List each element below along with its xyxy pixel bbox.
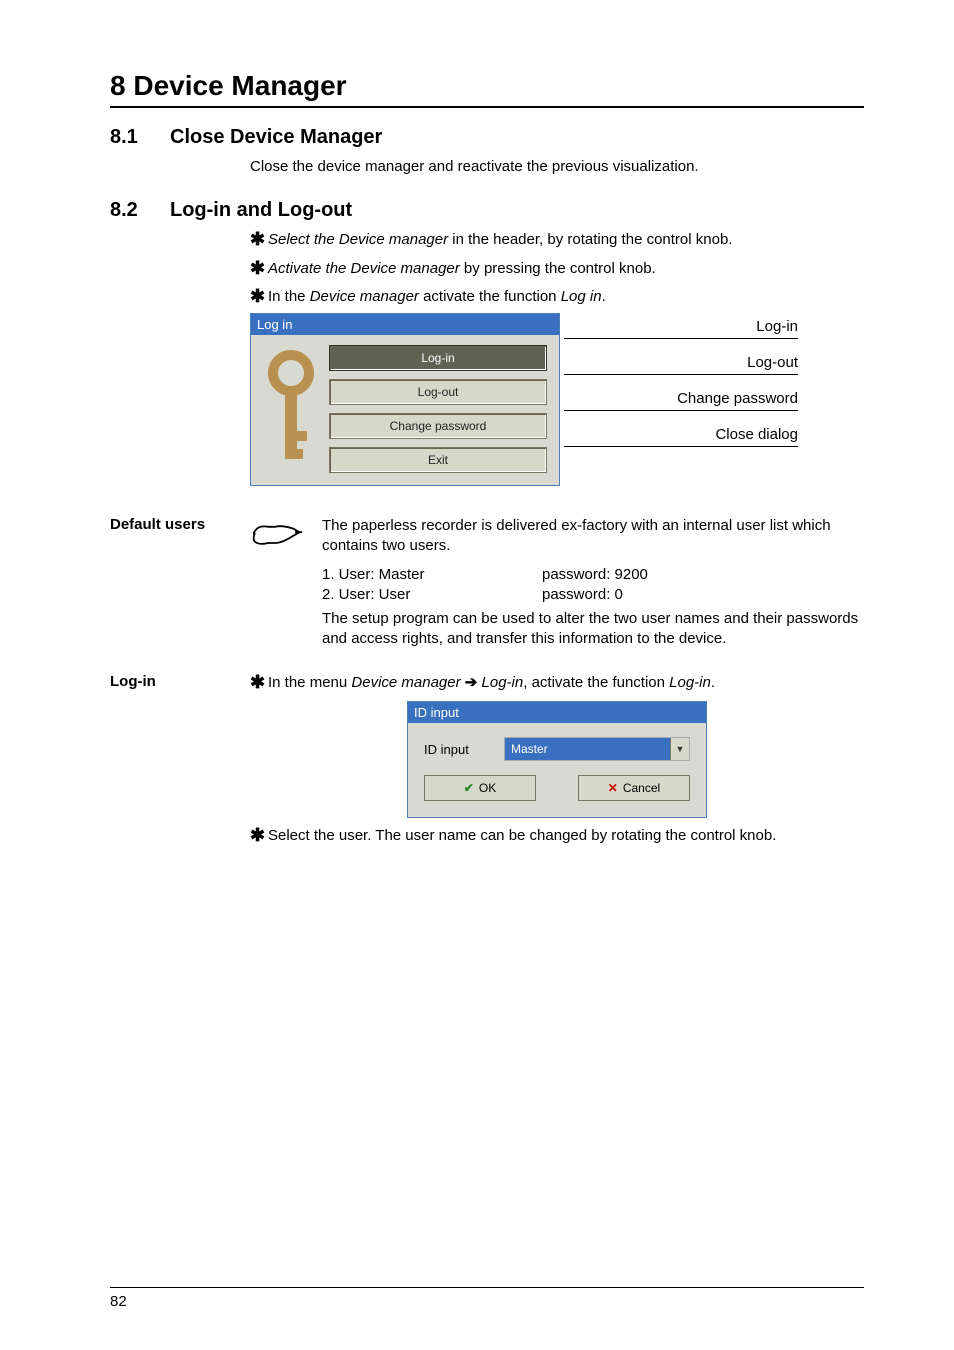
- bullet-icon: ✱: [250, 826, 268, 846]
- text: , activate the function: [523, 674, 669, 691]
- text-italic: Select the Device manager: [268, 231, 448, 248]
- paragraph: Close the device manager and reactivate …: [250, 157, 864, 177]
- text: In the: [268, 288, 310, 305]
- text: Select the user. The user name can be ch…: [268, 826, 864, 846]
- paragraph: The setup program can be used to alter t…: [322, 609, 864, 650]
- section-8-1-heading: 8.1 Close Device Manager: [110, 126, 864, 149]
- list-item: ✱ Select the Device manager in the heade…: [250, 230, 864, 250]
- text: In the menu: [268, 674, 351, 691]
- dialog-title: Log in: [251, 314, 559, 335]
- list-item: ✱ Activate the Device manager by pressin…: [250, 259, 864, 279]
- change-password-button[interactable]: Change password: [329, 413, 547, 439]
- section-8-2-heading: 8.2 Log-in and Log-out: [110, 199, 864, 222]
- id-select[interactable]: Master ▼: [504, 737, 690, 761]
- dialog-title: ID input: [408, 702, 706, 723]
- cancel-button[interactable]: ✕ Cancel: [578, 775, 690, 801]
- user-name: 2. User: User: [322, 586, 542, 603]
- ok-button[interactable]: ✔ OK: [424, 775, 536, 801]
- button-label: Cancel: [623, 781, 660, 795]
- footer-rule: [110, 1287, 864, 1288]
- dropdown-arrow-icon[interactable]: ▼: [670, 738, 689, 760]
- login-button[interactable]: Log-in: [329, 345, 547, 371]
- button-label: OK: [479, 781, 496, 795]
- callout-label: Change password: [578, 385, 798, 411]
- logout-button[interactable]: Log-out: [329, 379, 547, 405]
- note-hand-icon: [250, 516, 304, 552]
- text-italic: Log in: [561, 288, 602, 305]
- rule: [110, 106, 864, 108]
- arrow-icon: ➔: [465, 674, 482, 691]
- text: in the header, by rotating the control k…: [448, 231, 732, 248]
- bullet-icon: ✱: [250, 230, 268, 250]
- callout-label: Log-out: [578, 349, 798, 375]
- exit-button[interactable]: Exit: [329, 447, 547, 473]
- login-dialog: Log in Log-in Log-out Change password Ex…: [250, 313, 560, 486]
- user-name: 1. User: Master: [322, 566, 542, 583]
- callout-label: Log-in: [578, 313, 798, 339]
- section-number: 8.1: [110, 126, 170, 149]
- margin-label-login: Log-in: [110, 673, 220, 851]
- callout-labels: Log-in Log-out Change password Close dia…: [578, 313, 798, 457]
- id-input-dialog: ID input ID input Master ▼ ✔: [407, 701, 707, 818]
- user-password: password: 9200: [542, 566, 648, 583]
- text-italic: Activate the Device manager: [268, 260, 460, 277]
- margin-label-default-users: Default users: [110, 516, 220, 655]
- bullet-icon: ✱: [250, 259, 268, 279]
- list-item: ✱ Select the user. The user name can be …: [250, 826, 864, 846]
- chapter-title: 8 Device Manager: [110, 70, 864, 102]
- section-title: Log-in and Log-out: [170, 199, 352, 222]
- text-italic: Log-in: [669, 674, 711, 691]
- key-icon: [263, 345, 319, 475]
- list-item: ✱ In the menu Device manager ➔ Log-in, a…: [250, 673, 864, 693]
- close-icon: ✕: [608, 781, 618, 795]
- callout-label: Close dialog: [578, 421, 798, 447]
- text: by pressing the control knob.: [460, 260, 656, 277]
- text-italic: Device manager: [351, 674, 460, 691]
- page-number: 82: [110, 1293, 127, 1310]
- text: .: [711, 674, 715, 691]
- section-title: Close Device Manager: [170, 126, 382, 149]
- text-italic: Device manager: [310, 288, 419, 305]
- user-password: password: 0: [542, 586, 623, 603]
- select-value: Master: [505, 738, 670, 760]
- text: activate the function: [419, 288, 561, 305]
- bullet-icon: ✱: [250, 673, 268, 693]
- user-row: 2. User: User password: 0: [322, 586, 864, 603]
- field-label: ID input: [424, 742, 504, 757]
- section-number: 8.2: [110, 199, 170, 222]
- user-row: 1. User: Master password: 9200: [322, 566, 864, 583]
- text: .: [602, 288, 606, 305]
- paragraph: The paperless recorder is delivered ex-f…: [322, 516, 864, 557]
- check-icon: ✔: [464, 781, 474, 795]
- bullet-icon: ✱: [250, 287, 268, 307]
- list-item: ✱ In the Device manager activate the fun…: [250, 287, 864, 307]
- text-italic: Log-in: [482, 674, 524, 691]
